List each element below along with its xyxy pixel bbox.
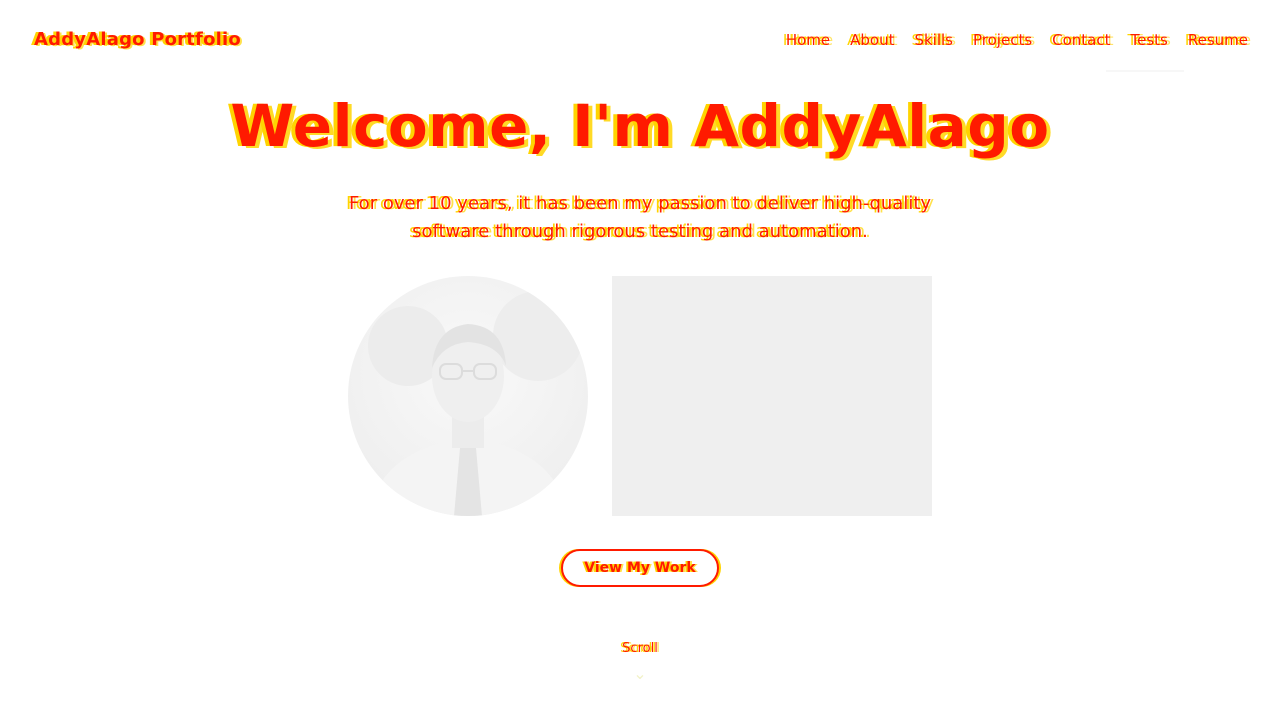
hero-media-row bbox=[348, 276, 932, 516]
hero-subtitle-line-1: For over 10 years, it has been my passio… bbox=[348, 193, 932, 214]
profile-avatar bbox=[348, 276, 588, 516]
nav-active-underline bbox=[1106, 70, 1184, 72]
nav-link-resume[interactable]: Resume bbox=[1188, 31, 1248, 49]
chevron-down-icon: ⌄ bbox=[633, 664, 647, 683]
hero-subtitle: For over 10 years, it has been my passio… bbox=[290, 190, 990, 246]
nav-links: Home About Skills Projects Contact Tests… bbox=[786, 30, 1248, 49]
hero-title: Welcome, I'm AddyAlago bbox=[230, 92, 1050, 160]
brand-logo-link[interactable]: AddyAlago Portfolio bbox=[34, 29, 241, 50]
profile-photo-icon bbox=[368, 291, 583, 516]
nav-link-skills[interactable]: Skills bbox=[914, 31, 953, 49]
nav-link-contact[interactable]: Contact bbox=[1052, 31, 1110, 49]
view-my-work-button[interactable]: View My Work bbox=[561, 549, 719, 587]
hero-subtitle-line-2: software through rigorous testing and au… bbox=[412, 221, 868, 242]
nav-link-projects[interactable]: Projects bbox=[973, 31, 1032, 49]
nav-item-about: About bbox=[850, 30, 894, 49]
scroll-label: Scroll bbox=[622, 641, 658, 656]
top-navigation: AddyAlago Portfolio Home About Skills Pr… bbox=[0, 0, 1280, 80]
nav-item-tests: Tests bbox=[1131, 30, 1168, 49]
nav-item-home: Home bbox=[786, 30, 830, 49]
scroll-indicator[interactable]: Scroll ⌄ bbox=[0, 641, 1280, 682]
nav-item-projects: Projects bbox=[973, 30, 1032, 49]
nav-link-about[interactable]: About bbox=[850, 31, 894, 49]
nav-item-skills: Skills bbox=[914, 30, 953, 49]
nav-link-tests[interactable]: Tests bbox=[1131, 31, 1168, 49]
nav-link-home[interactable]: Home bbox=[786, 31, 830, 49]
nav-item-contact: Contact bbox=[1052, 30, 1110, 49]
media-placeholder bbox=[612, 276, 932, 516]
nav-item-resume: Resume bbox=[1188, 30, 1248, 49]
